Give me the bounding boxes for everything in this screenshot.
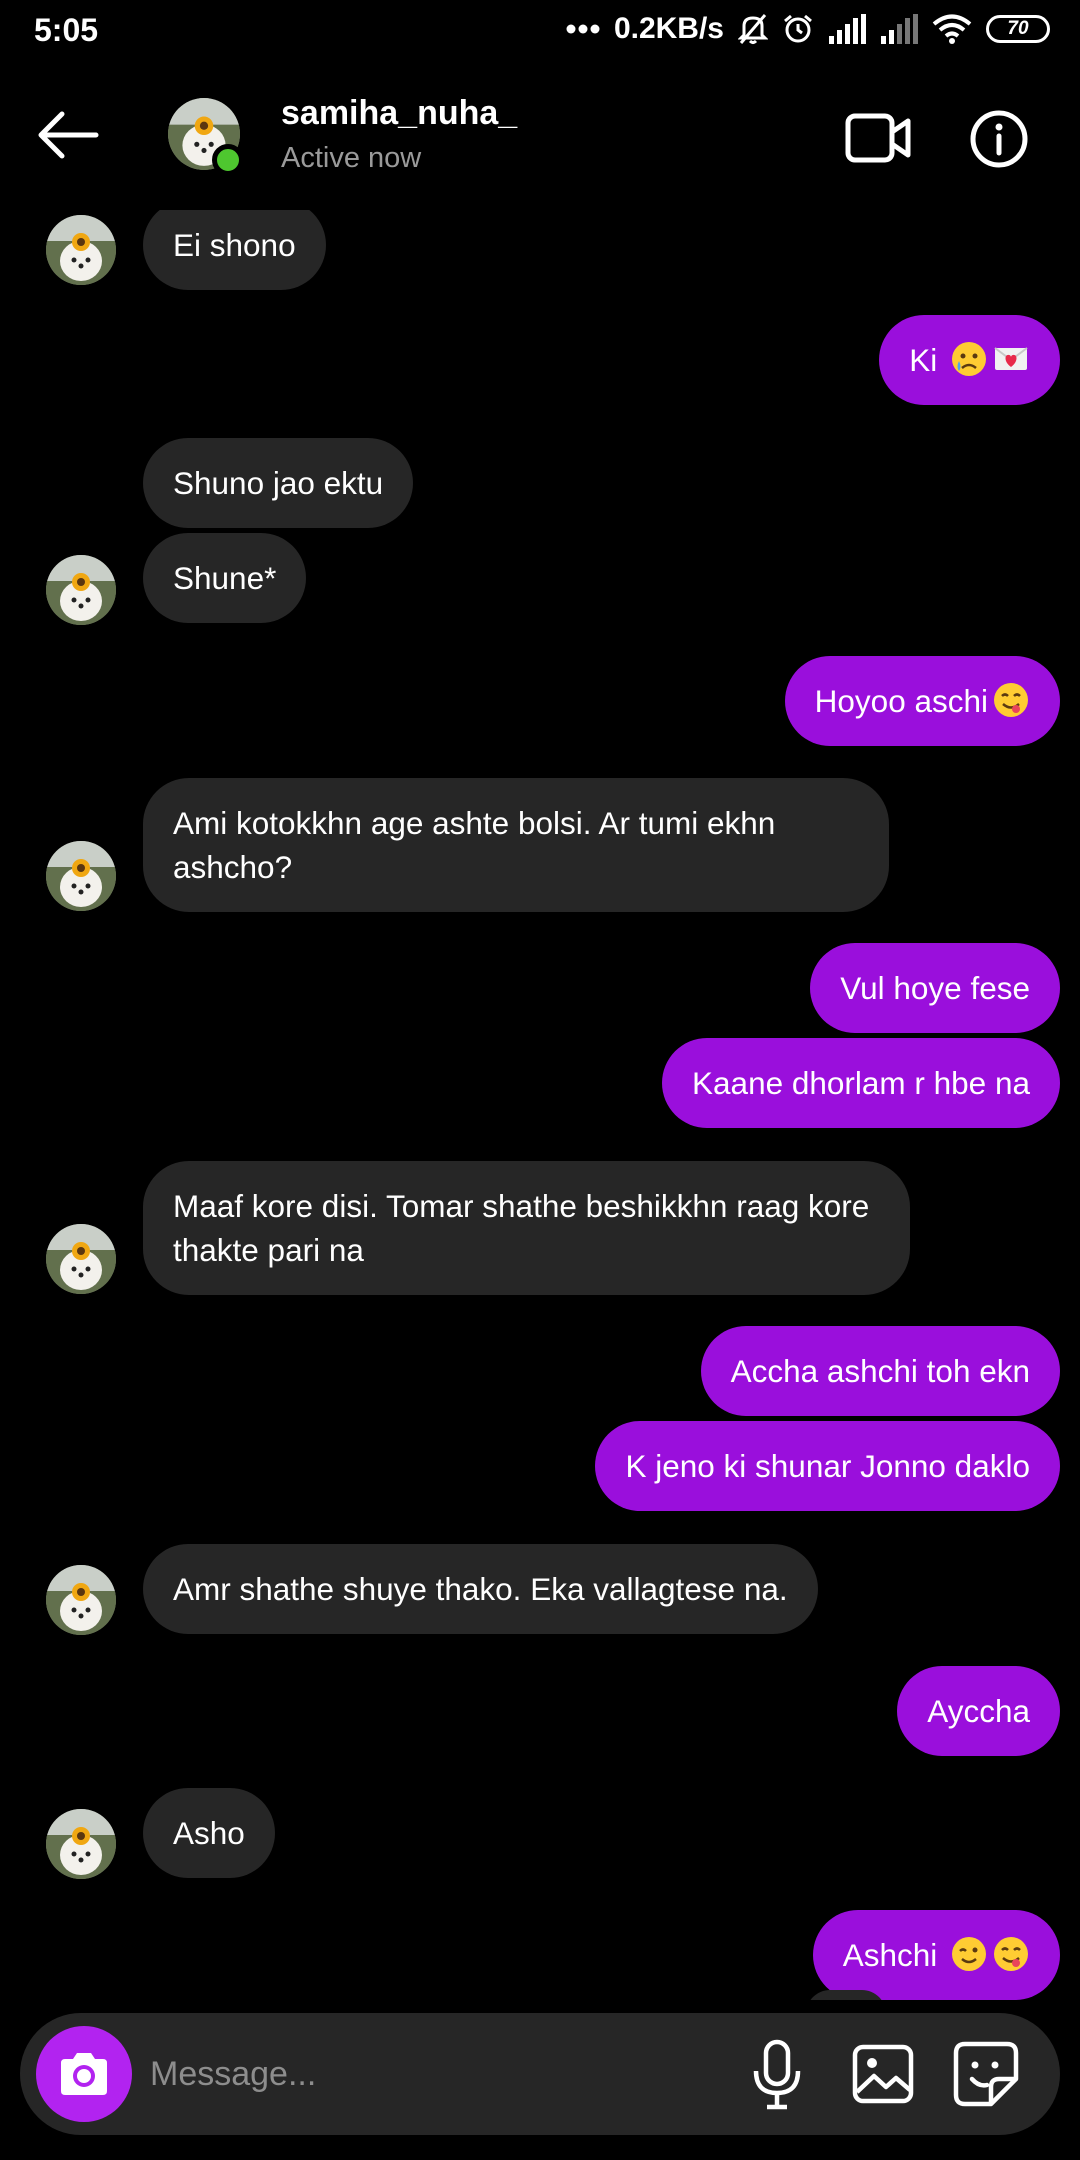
sender-avatar[interactable] [46, 215, 116, 285]
contact-status: Active now [281, 142, 422, 174]
message-incoming[interactable]: Ei shono [143, 210, 326, 290]
camera-icon [61, 2053, 107, 2095]
message-outgoing[interactable]: Ki [879, 315, 1060, 405]
message-incoming[interactable]: Amr shathe shuye thako. Eka vallagtese n… [143, 1544, 818, 1634]
message-composer [20, 2013, 1060, 2135]
message-outgoing[interactable]: Accha ashchi toh ekn [700, 1326, 1060, 1416]
status-bar: 5:05 0.2KB/s 70 [0, 0, 1080, 62]
signal-icon [828, 14, 866, 44]
microphone-icon [753, 2039, 801, 2110]
dots-icon [566, 24, 600, 34]
back-arrow-icon [38, 111, 99, 159]
back-button[interactable] [36, 110, 100, 160]
message-list[interactable]: Ei shono Ki Shuno jao ektu Shune* Hoyoo … [0, 210, 1080, 2000]
message-incoming[interactable]: Maaf kore disi. Tomar shathe beshikkhn r… [143, 1161, 910, 1295]
sticker-icon [953, 2041, 1019, 2107]
sender-avatar[interactable] [46, 1224, 116, 1294]
message-incoming[interactable]: Asho [143, 1788, 275, 1878]
video-call-button[interactable] [845, 112, 911, 164]
chat-header: samiha_nuha_ Active now [0, 62, 1080, 210]
message-input[interactable] [150, 2047, 720, 2101]
info-icon [970, 110, 1028, 168]
status-time: 5:05 [34, 12, 99, 48]
crying-face-emoji [950, 340, 988, 378]
yum-face-emoji [992, 1935, 1030, 1973]
message-incoming[interactable]: Ami kotokkhn age ashte bolsi. Ar tumi ek… [143, 778, 889, 912]
mute-icon [738, 13, 768, 45]
message-outgoing[interactable]: Ashchi [812, 1910, 1060, 2000]
chat-screen: 5:05 0.2KB/s 70 samiha_nuha_ Active now … [0, 0, 1080, 2160]
message-outgoing[interactable]: Vul hoye fese [810, 943, 1060, 1033]
video-camera-icon [845, 113, 911, 163]
wink-face-emoji [950, 1935, 988, 1973]
alarm-icon [782, 13, 814, 45]
yum-face-emoji [992, 681, 1030, 719]
sender-avatar[interactable] [46, 555, 116, 625]
sender-avatar[interactable] [46, 1809, 116, 1879]
microphone-button[interactable] [751, 2039, 803, 2111]
status-indicators: 0.2KB/s 70 [566, 12, 1050, 46]
gallery-button[interactable] [852, 2044, 914, 2104]
message-outgoing[interactable]: K jeno ki shunar Jonno daklo [595, 1421, 1060, 1511]
message-incoming[interactable]: Shune* [143, 533, 307, 623]
sender-avatar[interactable] [46, 841, 116, 911]
message-outgoing[interactable]: Kaane dhorlam r hbe na [662, 1038, 1060, 1128]
network-speed: 0.2KB/s [613, 12, 724, 45]
message-incoming[interactable]: Shuno jao ektu [143, 438, 414, 528]
sender-avatar[interactable] [46, 1565, 116, 1635]
message-outgoing[interactable]: Hoyoo aschi [784, 656, 1060, 746]
gallery-icon [852, 2044, 914, 2104]
signal-weak-icon [880, 14, 918, 44]
battery-icon: 70 [986, 15, 1050, 43]
wifi-icon [932, 14, 972, 44]
online-indicator [212, 144, 244, 176]
love-letter-emoji [992, 340, 1030, 378]
info-button[interactable] [970, 110, 1028, 168]
contact-name[interactable]: samiha_nuha_ [281, 94, 517, 133]
camera-button[interactable] [36, 2026, 132, 2122]
sticker-button[interactable] [953, 2041, 1019, 2107]
message-outgoing[interactable]: Ayccha [897, 1666, 1060, 1756]
